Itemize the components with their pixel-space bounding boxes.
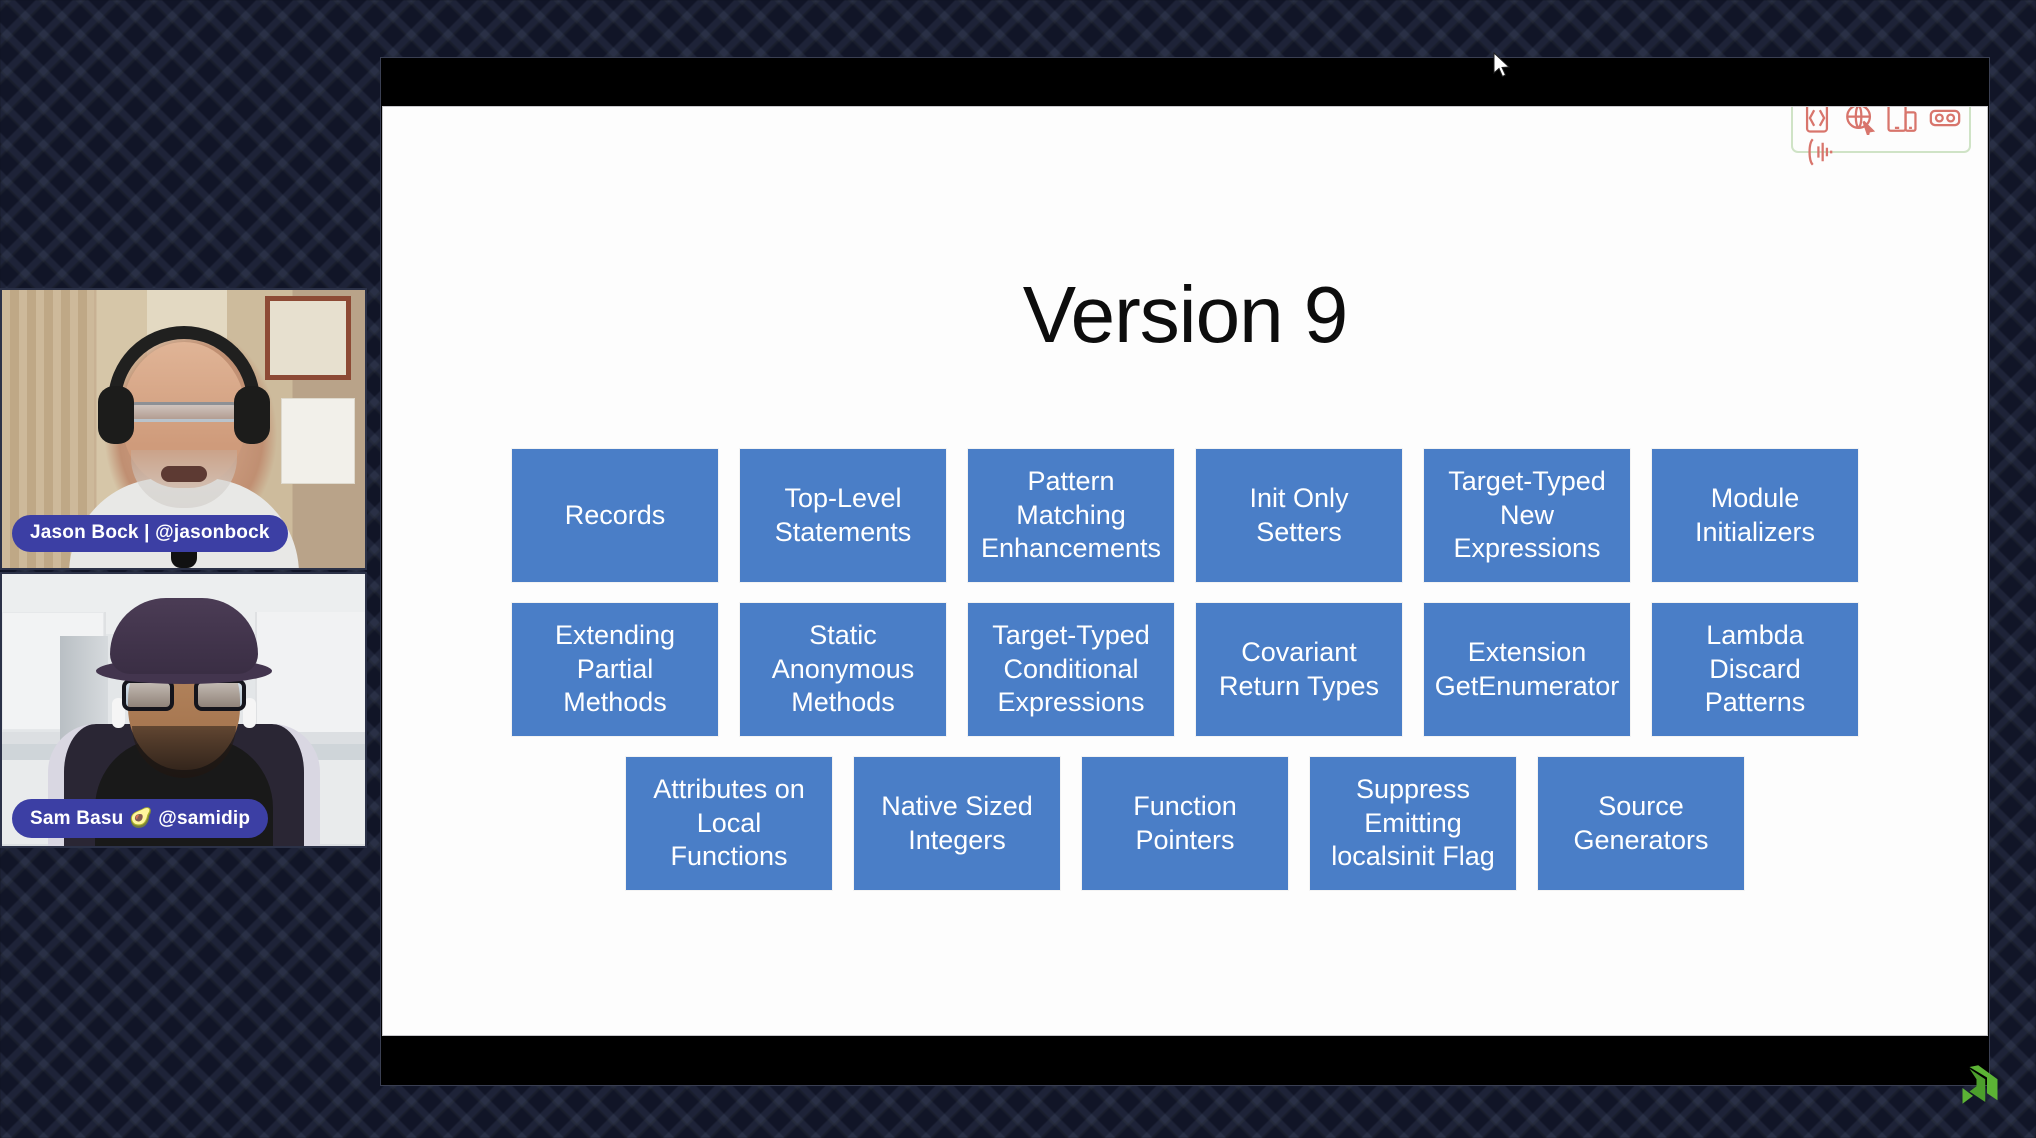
progress-chevron-logo <box>1962 1065 1998 1104</box>
feature-chip: Covariant Return Types <box>1196 603 1402 736</box>
cam2-bucket-hat <box>109 598 258 674</box>
video-tile-participant-1[interactable]: Jason Bock | @jasonbock <box>0 288 367 570</box>
feature-row-2: Extending Partial Methods Static Anonymou… <box>383 603 1987 736</box>
feature-chip: Source Generators <box>1538 757 1744 890</box>
event-icon-badge <box>1791 107 1971 166</box>
feature-chip: Target-Typed New Expressions <box>1424 449 1630 582</box>
feature-chip: Pattern Matching Enhancements <box>968 449 1174 582</box>
feature-row-1: Records Top-Level Statements Pattern Match… <box>383 449 1987 582</box>
feature-chip: Init Only Setters <box>1196 449 1402 582</box>
feature-chip: Extending Partial Methods <box>512 603 718 736</box>
presentation-slide[interactable]: Version 9 Records Top-Level Statements Pat… <box>382 106 1988 1036</box>
cam1-wall-frame <box>265 296 351 380</box>
feature-chip: Records <box>512 449 718 582</box>
voice-waveform-icon <box>1808 138 1833 166</box>
tablet-phone-icon <box>1887 107 1917 132</box>
cam1-headphone-earcup-left <box>97 386 134 444</box>
feature-row-3: Attributes on Local Functions Native Size… <box>383 757 1987 890</box>
feature-chip: Suppress Emitting localsinit Flag <box>1310 757 1516 890</box>
code-phone-icon <box>1806 107 1829 133</box>
video-tile-participant-2[interactable]: Sam Basu 🥑 @samidip <box>0 572 367 848</box>
feature-chip: Extension GetEnumerator <box>1424 603 1630 736</box>
feature-chip: Lambda Discard Patterns <box>1652 603 1858 736</box>
cam2-cabinet-right <box>255 612 365 732</box>
page-title: Version 9 <box>1022 270 1349 359</box>
vr-goggles-icon <box>1929 109 1961 127</box>
participant-2-name-label: Sam Basu 🥑 @samidip <box>12 799 269 838</box>
feature-chip: Top-Level Statements <box>740 449 946 582</box>
feature-chip: Module Initializers <box>1652 449 1858 582</box>
cam1-mouth <box>160 466 207 482</box>
feature-chip: Native Sized Integers <box>854 757 1060 890</box>
feature-chip: Attributes on Local Functions <box>626 757 832 890</box>
screen-share-stage[interactable]: Version 9 Records Top-Level Statements Pat… <box>380 57 1990 1086</box>
cam1-headphone-earcup-right <box>233 386 270 444</box>
feature-chip: Function Pointers <box>1082 757 1288 890</box>
feature-chip: Target-Typed Conditional Expressions <box>968 603 1174 736</box>
participant-1-name-label: Jason Bock | @jasonbock <box>12 515 288 552</box>
globe-cursor-icon <box>1845 107 1875 135</box>
feature-chip: Static Anonymous Methods <box>740 603 946 736</box>
mouse-pointer <box>1493 52 1511 78</box>
cam1-whiteboard <box>281 398 355 484</box>
